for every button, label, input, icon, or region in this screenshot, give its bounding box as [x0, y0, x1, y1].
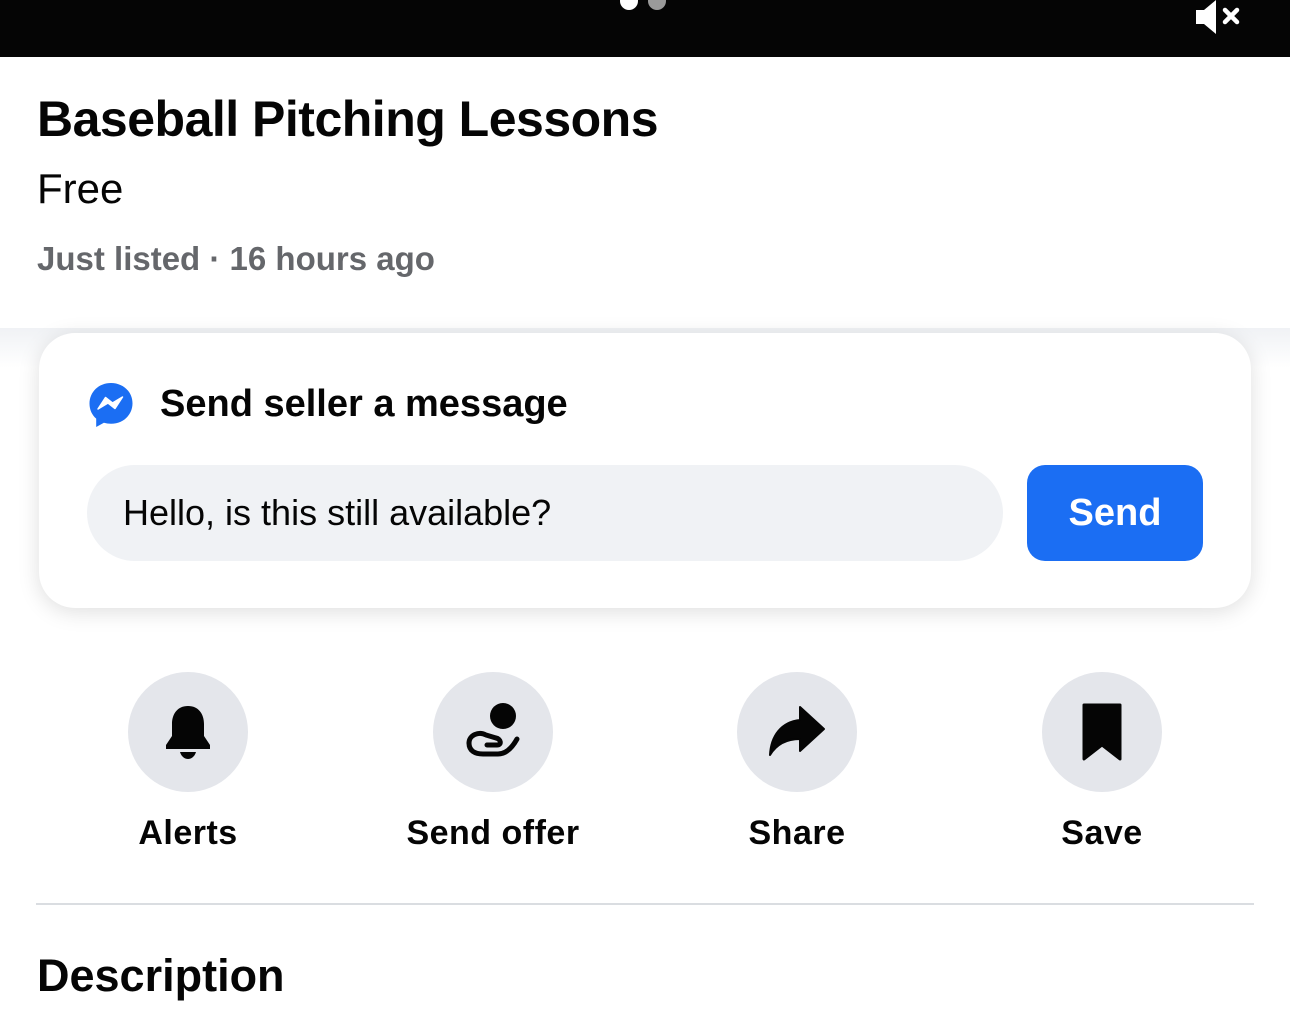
media-pager-dots — [620, 0, 666, 10]
listing-title: Baseball Pitching Lessons — [37, 91, 659, 147]
send-button[interactable]: Send — [1027, 465, 1203, 561]
send-offer-button[interactable]: Send offer — [363, 672, 623, 853]
alerts-circle[interactable] — [128, 672, 248, 792]
messenger-icon — [89, 383, 133, 427]
pager-dot-active[interactable] — [620, 0, 638, 10]
send-offer-label: Send offer — [406, 814, 580, 852]
listing-price: Free — [37, 165, 124, 212]
bookmark-icon — [1082, 703, 1122, 761]
listing-time: Just listed · 16 hours ago — [37, 240, 435, 277]
media-strip — [0, 0, 1290, 57]
share-label: Share — [748, 814, 846, 852]
share-arrow-icon — [769, 706, 825, 756]
speaker-muted-icon[interactable] — [1192, 0, 1244, 36]
pager-dot[interactable] — [648, 0, 666, 10]
save-label: Save — [1061, 814, 1143, 852]
description-heading: Description — [37, 950, 285, 1001]
alerts-label: Alerts — [138, 814, 238, 852]
share-button[interactable]: Share — [667, 672, 927, 853]
message-seller-card: Send seller a message Send — [39, 333, 1251, 608]
share-circle[interactable] — [737, 672, 857, 792]
message-input[interactable] — [87, 465, 1003, 561]
save-circle[interactable] — [1042, 672, 1162, 792]
section-divider — [36, 903, 1254, 905]
offer-hand-icon — [466, 703, 520, 757]
alerts-button[interactable]: Alerts — [58, 672, 318, 853]
send-offer-circle[interactable] — [433, 672, 553, 792]
bell-icon — [166, 706, 210, 759]
save-button[interactable]: Save — [972, 672, 1232, 853]
message-card-heading: Send seller a message — [160, 383, 568, 425]
